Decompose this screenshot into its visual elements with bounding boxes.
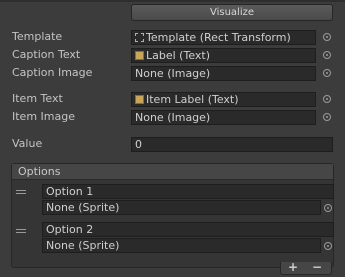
option-2-sprite: None (Sprite): [46, 239, 120, 252]
option-1-text: Option 1: [46, 185, 94, 198]
object-picker-icon[interactable]: [323, 95, 331, 103]
item-image-field[interactable]: None (Image): [131, 110, 316, 125]
item-image-value: None (Image): [135, 111, 211, 124]
caption-image-field[interactable]: None (Image): [131, 66, 316, 81]
object-picker-icon[interactable]: [323, 33, 331, 41]
value-text: 0: [135, 138, 142, 151]
template-label: Template: [12, 30, 63, 43]
object-picker-icon[interactable]: [323, 69, 331, 77]
caption-image-label: Caption Image: [12, 66, 93, 79]
object-picker-icon[interactable]: [323, 51, 331, 59]
visualize-button[interactable]: Visualize: [131, 4, 333, 21]
rect-transform-icon: [135, 33, 144, 42]
caption-text-field[interactable]: Label (Text): [131, 48, 316, 63]
caption-text-value: Label (Text): [146, 49, 211, 62]
option-text-field[interactable]: Option 1: [42, 184, 334, 199]
caption-text-label: Caption Text: [12, 48, 81, 61]
drag-handle-icon[interactable]: [16, 189, 26, 195]
option-text-field[interactable]: Option 2: [42, 222, 334, 237]
value-input[interactable]: 0: [131, 137, 333, 152]
item-text-value: Item Label (Text): [146, 93, 239, 106]
template-field[interactable]: Template (Rect Transform): [131, 30, 316, 45]
options-list: Options Option 1 None (Sprite) Option 2 …: [11, 163, 334, 268]
remove-option-button[interactable]: −: [308, 260, 326, 274]
object-picker-icon[interactable]: [324, 242, 332, 250]
option-sprite-field[interactable]: None (Sprite): [42, 200, 321, 215]
object-picker-icon[interactable]: [323, 113, 331, 121]
option-2-text: Option 2: [46, 223, 94, 236]
inspector-top-divider: [0, 0, 345, 2]
add-option-button[interactable]: +: [284, 260, 302, 274]
template-value: Template (Rect Transform): [146, 31, 291, 44]
item-image-label: Item Image: [12, 110, 75, 123]
option-sprite-field[interactable]: None (Sprite): [42, 238, 321, 253]
option-1-sprite: None (Sprite): [46, 201, 120, 214]
text-component-icon: [135, 95, 144, 104]
caption-image-value: None (Image): [135, 67, 211, 80]
options-title: Options: [18, 165, 61, 178]
options-header: Options: [12, 164, 333, 180]
item-text-field[interactable]: Item Label (Text): [131, 92, 316, 107]
drag-handle-icon[interactable]: [16, 228, 26, 234]
item-text-label: Item Text: [12, 92, 63, 105]
list-footer: + −: [280, 260, 332, 275]
value-label: Value: [12, 137, 43, 150]
object-picker-icon[interactable]: [324, 204, 332, 212]
text-component-icon: [135, 51, 144, 60]
